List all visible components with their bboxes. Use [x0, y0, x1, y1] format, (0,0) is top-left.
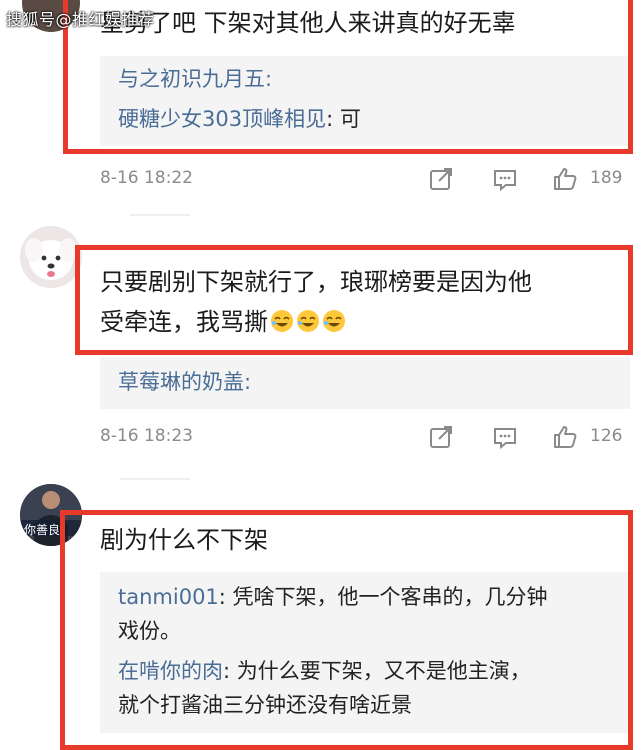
timestamp: 8-16 18:22 [100, 168, 193, 188]
reply-box[interactable]: 草莓琳的奶盖: [100, 357, 630, 409]
comment-line: 只要剧别下架就行了，琅琊榜要是因为他 [100, 268, 532, 296]
reply-username[interactable]: 与之初识九月五: [118, 67, 272, 91]
share-icon[interactable] [428, 166, 454, 192]
reply-text: : 为什么要下架，又不是他主演， [223, 659, 531, 683]
comment-icon[interactable] [492, 166, 518, 192]
comment-text: 只要剧别下架就行了，琅琊榜要是因为他 受牵连，我骂撕 [100, 262, 532, 342]
timestamp: 8-16 18:23 [100, 426, 193, 446]
laugh-emoji-icon [323, 310, 345, 332]
like-count: 189 [590, 168, 623, 188]
reply-text: : 凭啥下架，他一个客串的，几分钟 [218, 585, 548, 609]
like-icon[interactable] [552, 424, 578, 450]
reply-username[interactable]: 草莓琳的奶盖: [118, 370, 251, 394]
avatar[interactable]: 你善良 [20, 484, 82, 546]
comment-meta: 8-16 18:22 189 [100, 162, 630, 196]
laugh-emoji-icon [271, 310, 293, 332]
reply-text-continued: 戏份。 [118, 619, 181, 643]
dog-avatar-icon [20, 226, 82, 288]
divider [130, 214, 190, 216]
reply-text: : 可 [326, 107, 361, 131]
watermark: 搜狐号@推红娱推荐 [6, 10, 155, 29]
reply-box[interactable]: 与之初识九月五: 硬糖少女303顶峰相见: 可 [100, 56, 630, 146]
comment-icon[interactable] [492, 424, 518, 450]
share-icon[interactable] [428, 424, 454, 450]
reply-username[interactable]: tanmi001 [118, 585, 219, 609]
reply-text-continued: 就个打酱油三分钟还没有啥近景 [118, 693, 412, 717]
divider [120, 478, 190, 480]
reply-box[interactable]: tanmi001: 凭啥下架，他一个客串的，几分钟 戏份。 在啃你的肉: 为什么… [100, 572, 630, 733]
laugh-emoji-icon [297, 310, 319, 332]
like-icon[interactable] [552, 166, 578, 192]
reply-username[interactable]: 硬糖少女303顶峰相见 [118, 107, 326, 131]
comment-meta: 8-16 18:23 126 [100, 420, 630, 454]
comment-line: 受牵连，我骂撕 [100, 302, 532, 342]
comment-text: 剧为什么不下架 [100, 526, 268, 554]
like-count: 126 [590, 426, 623, 446]
comment-text: 星剪了吧 下架对其他人来讲真的好无辜 [100, 9, 516, 37]
reply-username[interactable]: 在啃你的肉 [118, 659, 223, 683]
avatar-caption: 你善良 [24, 523, 61, 537]
avatar[interactable] [20, 226, 82, 288]
